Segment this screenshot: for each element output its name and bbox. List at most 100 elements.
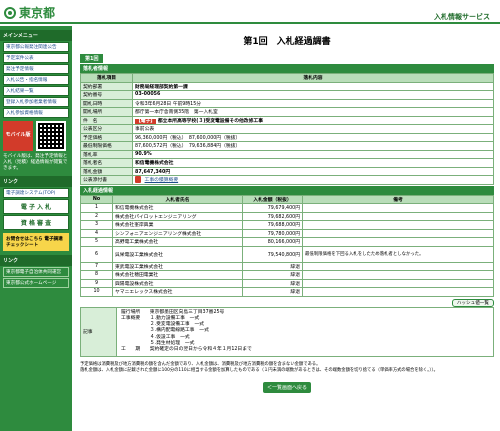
bid-table: No 入札者氏名 入札金額（税抜） 備考 1 和信電機株式会社 79,679,400… xyxy=(80,194,494,297)
table-row: 落札者名 和信電機株式会社 xyxy=(80,158,494,168)
info-key: 公表区分 xyxy=(80,124,133,134)
bidder-name: 高野電工業株式会社 xyxy=(112,237,243,247)
column-header: 入札者氏名 xyxy=(112,194,243,204)
bid-no: 9 xyxy=(80,278,113,288)
sidebar: メインメニュー 東京都公報発注関連公告 予定案件公表 発注予定情報 入札公告・指… xyxy=(0,26,72,431)
column-header: No xyxy=(80,194,113,204)
bid-note xyxy=(302,270,494,280)
link-denshi-nyusatsu[interactable]: 電 子 入 札 xyxy=(3,199,69,214)
logo-text: 東京都 xyxy=(19,6,56,20)
table-row: 件 名 【電子】 都立本所高等学校(３)受変電設備その他改修工事 xyxy=(80,115,494,125)
link-shikaku-shinsa[interactable]: 資 格 審 査 xyxy=(3,215,69,230)
info-key: 契約番号 xyxy=(80,90,133,100)
bid-note xyxy=(302,211,494,221)
bid-amount: 辞退 xyxy=(242,278,303,288)
bid-note xyxy=(302,237,494,247)
table-row: 6 呉栄電設工業株式会社 79,540,800円 最低制限価格を下回る入札をしたため落… xyxy=(80,245,494,263)
bid-amount: 79,682,600円 xyxy=(242,211,303,221)
info-key: 件 名 xyxy=(80,115,133,125)
tokyo-emblem-icon xyxy=(4,6,16,19)
link-tokyo-official[interactable]: 東京都公式ホームページ xyxy=(3,278,69,288)
bidder-name: 呉栄電設工業株式会社 xyxy=(112,245,243,263)
tokyo-logo[interactable]: 東京都 xyxy=(4,4,55,21)
column-header: 入札金額（税抜） xyxy=(242,194,303,204)
link-kyodo-unei[interactable]: 東京都電子自治体共同運営 xyxy=(3,267,69,277)
table-row: 記事 履行場所 東京都墨田区向島三丁目37番25号 工事概要 １.動力設備工事 … xyxy=(80,306,494,357)
bid-note xyxy=(302,228,494,238)
estimate-summary-link[interactable]: 工事の積算概要 xyxy=(145,178,179,183)
mobile-section: モバイル版 xyxy=(3,121,69,151)
table-header-row: No 入札者氏名 入札金額（税抜） 備考 xyxy=(80,194,494,204)
bid-note xyxy=(302,287,494,297)
table-row: 9 興陽電設株式会社 辞退 xyxy=(80,278,494,288)
table-row: 契約番号 03-00056 xyxy=(80,90,494,100)
info-value: 都庁第一本庁舎南側35階 第一入札室 xyxy=(132,107,494,117)
bid-amount: 辞退 xyxy=(242,270,303,280)
bid-note xyxy=(302,203,494,213)
bid-note xyxy=(302,261,494,271)
remarks-cell: 履行場所 東京都墨田区向島三丁目37番25号 工事概要 １.動力設備工事 一式 … xyxy=(116,306,494,357)
info-value: 87,600,572円（税込） 79,636,884円（税抜） xyxy=(132,141,494,151)
column-header: 落札内容 xyxy=(132,73,494,83)
sidebar-item-koukoku[interactable]: 入札公告・指名情報 xyxy=(3,75,69,85)
page-title: 第1回 入札経過調書 xyxy=(243,37,331,47)
table-row: 最低制限価格 87,600,572円（税込） 79,636,884円（税抜） xyxy=(80,141,494,151)
footnote: 予定価格は消費税及び地方消費税の額を含んだ金額であり、入札金額は、消費税及び地方… xyxy=(80,361,438,373)
table-row: 1 和信電機株式会社 79,679,400円 xyxy=(80,203,494,213)
bid-no: 7 xyxy=(80,261,113,271)
sidebar-item-koho[interactable]: 東京都公報発注関連公告 xyxy=(3,42,69,52)
bid-no: 5 xyxy=(80,237,113,247)
section-bid-progress: 入札経過情報 xyxy=(80,185,494,195)
info-key: 開札日時 xyxy=(80,98,133,108)
info-value: 財務局経理部契約第一課 xyxy=(132,81,494,91)
sidebar-menu-heading: メインメニュー xyxy=(0,30,72,41)
back-to-list-button[interactable]: ＜一覧画面へ戻る xyxy=(263,381,311,393)
bidder-name: シンフォニアエンジニアリング株式会社 xyxy=(112,228,243,238)
info-value: 【電子】 都立本所高等学校(３)受変電設備その他改修工事 xyxy=(132,115,494,125)
bid-amount: 79,688,000円 xyxy=(242,220,303,230)
table-header-row: 落札項目 落札内容 xyxy=(80,73,494,83)
info-value: 工事の積算概要 xyxy=(132,175,494,185)
mobile-note: モバイル版は、発注予定情報と入札（見積）経過情報が閲覧できます。 xyxy=(3,154,68,171)
info-value: 令和3年6月28日 午前9時15分 xyxy=(132,98,494,108)
table-row: 落札率 90.9% xyxy=(80,149,494,159)
table-row: 開札日時 令和3年6月28日 午前9時15分 xyxy=(80,98,494,108)
bid-note: 最低制限価格を下回る入札をしたため落札者としなかった。 xyxy=(302,245,494,263)
mobile-button[interactable]: モバイル版 xyxy=(3,121,33,151)
winner-info-table: 落札項目 落札内容 契約部署 財務局経理部契約第一課 契約番号 03-00056… xyxy=(80,73,494,185)
bidder-name: 和信電機株式会社 xyxy=(112,203,243,213)
hash-list-button[interactable]: ハッシュ値一覧 xyxy=(451,298,494,307)
table-row: 7 東武電設工業株式会社 辞退 xyxy=(80,261,494,271)
remarks-text: 履行場所 東京都墨田区向島三丁目37番25号 工事概要 １.動力設備工事 一式 … xyxy=(121,309,252,353)
tab-round-1[interactable]: 第1回 xyxy=(80,54,104,63)
bid-no: 6 xyxy=(80,245,113,263)
main-content: 第1回 入札経過調書 第1回 落札者情報 落札項目 落札内容 契約部署 財務局経… xyxy=(80,26,494,393)
electronic-badge: 【電子】 xyxy=(135,118,157,124)
sidebar-item-kekka[interactable]: 入札結果一覧 xyxy=(3,86,69,96)
bid-no: 2 xyxy=(80,211,113,221)
sidebar-item-gyosha[interactable]: 登録入札参加者業者情報 xyxy=(3,97,69,107)
bid-amount: 79,679,400円 xyxy=(242,203,303,213)
bid-amount: 80,166,000円 xyxy=(242,237,303,247)
table-row: 予定価格 96,360,000円（税込） 87,600,000円（税抜） xyxy=(80,132,494,142)
info-key: 公表添付書 xyxy=(80,175,133,185)
info-value: 87,647,340円 xyxy=(132,166,494,176)
bidder-name: 興陽電設株式会社 xyxy=(112,278,243,288)
table-row: 3 株式会社峯岸興業 79,688,000円 xyxy=(80,220,494,230)
pdf-icon xyxy=(135,176,141,184)
bid-note xyxy=(302,278,494,288)
check-sheet-button[interactable]: お問合せはこちら 電子調達チェックシート xyxy=(3,233,69,251)
sidebar-bottom-heading: リンク xyxy=(0,255,72,266)
bid-note xyxy=(302,220,494,230)
bid-no: 10 xyxy=(80,287,113,297)
link-denshi-chotatsu[interactable]: 電子調達システム(TOP) xyxy=(3,188,69,198)
info-key: 落札者名 xyxy=(80,158,133,168)
sidebar-item-yotei[interactable]: 予定案件公表 xyxy=(3,53,69,63)
remarks-label: 記事 xyxy=(80,306,117,357)
header: 東京都 入札情報サービス xyxy=(0,0,500,24)
bid-amount: 79,540,800円 xyxy=(242,245,303,263)
sidebar-item-hatchu[interactable]: 発注予定情報 xyxy=(3,64,69,74)
info-value: 事前公表 xyxy=(132,124,494,134)
sidebar-item-shikaku[interactable]: 入札参加資格情報 xyxy=(3,108,69,118)
service-title: 入札情報サービス xyxy=(434,13,490,21)
